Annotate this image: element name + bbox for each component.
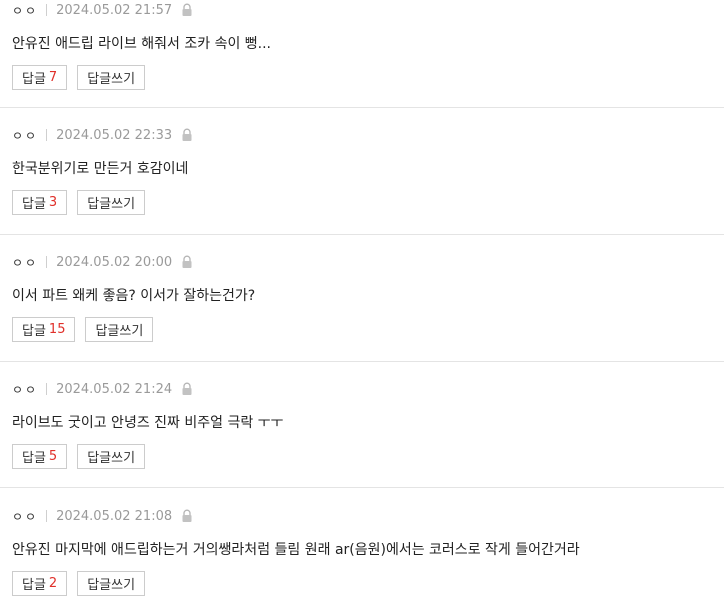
comment-item: ㅇㅇ 2024.05.02 22:33 한국분위기로 만든거 호감이네 답글 3… (0, 108, 724, 235)
meta-divider (46, 129, 48, 141)
write-reply-label: 답글쓰기 (87, 451, 136, 466)
write-reply-label: 답글쓰기 (87, 197, 136, 212)
reply-count: 2 (48, 576, 58, 591)
meta-divider (46, 256, 48, 268)
reply-count-button[interactable]: 답글 15 (12, 317, 76, 342)
write-reply-button[interactable]: 답글쓰기 (77, 65, 146, 90)
comment-author[interactable]: ㅇㅇ (12, 508, 38, 525)
reply-count: 15 (48, 322, 66, 337)
comment-text: 라이브도 굿이고 안녕즈 진짜 비주얼 극락 ㅜㅜ (12, 415, 284, 431)
comment-meta: ㅇㅇ 2024.05.02 21:24 (12, 379, 724, 399)
comment-date: 2024.05.02 21:08 (56, 508, 173, 524)
comment-meta: ㅇㅇ 2024.05.02 21:57 (12, 0, 724, 20)
reply-count-button[interactable]: 답글 5 (12, 444, 68, 469)
comment-author[interactable]: ㅇㅇ (12, 127, 38, 144)
comment-actions: 답글 7 답글쓰기 (12, 65, 724, 90)
reply-count-button[interactable]: 답글 3 (12, 190, 68, 215)
comment-text: 안유진 애드립 라이브 해줘서 조카 속이 뻥... (12, 36, 272, 52)
comment-date: 2024.05.02 22:33 (56, 127, 173, 143)
write-reply-label: 답글쓰기 (95, 324, 144, 339)
write-reply-button[interactable]: 답글쓰기 (77, 190, 146, 215)
comment-author[interactable]: ㅇㅇ (12, 254, 38, 271)
reply-label: 답글 (22, 451, 46, 466)
reply-count-button[interactable]: 답글 2 (12, 571, 68, 596)
comment-date: 2024.05.02 20:00 (56, 254, 173, 270)
lock-icon (181, 509, 193, 523)
meta-divider (46, 510, 48, 522)
comment-item: ㅇㅇ 2024.05.02 21:24 라이브도 굿이고 안녕즈 진짜 비주얼 … (0, 362, 724, 488)
reply-count-button[interactable]: 답글 7 (12, 65, 68, 90)
comment-actions: 답글 2 답글쓰기 (12, 571, 724, 596)
comment-date: 2024.05.02 21:24 (56, 381, 173, 397)
comment-text: 한국분위기로 만든거 호감이네 (12, 161, 189, 177)
write-reply-button[interactable]: 답글쓰기 (77, 571, 146, 596)
comment-meta: ㅇㅇ 2024.05.02 22:33 (12, 125, 724, 145)
reply-label: 답글 (22, 197, 46, 212)
reply-label: 답글 (22, 578, 46, 593)
reply-count: 7 (48, 70, 58, 85)
reply-label: 답글 (22, 72, 46, 87)
comment-author[interactable]: ㅇㅇ (12, 2, 38, 19)
comment-meta: ㅇㅇ 2024.05.02 21:08 (12, 506, 724, 526)
comment-text: 이서 파트 왜케 좋음? 이서가 잘하는건가? (12, 288, 256, 304)
lock-icon (181, 128, 193, 142)
write-reply-label: 답글쓰기 (87, 72, 136, 87)
write-reply-button[interactable]: 답글쓰기 (85, 317, 154, 342)
comment-actions: 답글 15 답글쓰기 (12, 317, 724, 342)
reply-count: 3 (48, 195, 58, 210)
comment-actions: 답글 5 답글쓰기 (12, 444, 724, 469)
lock-icon (181, 382, 193, 396)
write-reply-button[interactable]: 답글쓰기 (77, 444, 146, 469)
comment-text: 안유진 마지막에 애드립하는거 거의쌩라처럼 들림 원래 ar(음원)에서는 코… (12, 542, 580, 558)
reply-count: 5 (48, 449, 58, 464)
comment-actions: 답글 3 답글쓰기 (12, 190, 724, 215)
write-reply-label: 답글쓰기 (87, 578, 136, 593)
lock-icon (181, 255, 193, 269)
comment-author[interactable]: ㅇㅇ (12, 381, 38, 398)
comment-list: ㅇㅇ 2024.05.02 21:57 안유진 애드립 라이브 해줘서 조카 속… (0, 0, 724, 596)
meta-divider (46, 4, 48, 16)
reply-label: 답글 (22, 324, 46, 339)
comment-item: ㅇㅇ 2024.05.02 21:08 안유진 마지막에 애드립하는거 거의쌩라… (0, 488, 724, 596)
comment-date: 2024.05.02 21:57 (56, 2, 173, 18)
lock-icon (181, 3, 193, 17)
comment-item: ㅇㅇ 2024.05.02 21:57 안유진 애드립 라이브 해줘서 조카 속… (0, 0, 724, 108)
comment-item: ㅇㅇ 2024.05.02 20:00 이서 파트 왜케 좋음? 이서가 잘하는… (0, 235, 724, 362)
comment-meta: ㅇㅇ 2024.05.02 20:00 (12, 252, 724, 272)
meta-divider (46, 383, 48, 395)
